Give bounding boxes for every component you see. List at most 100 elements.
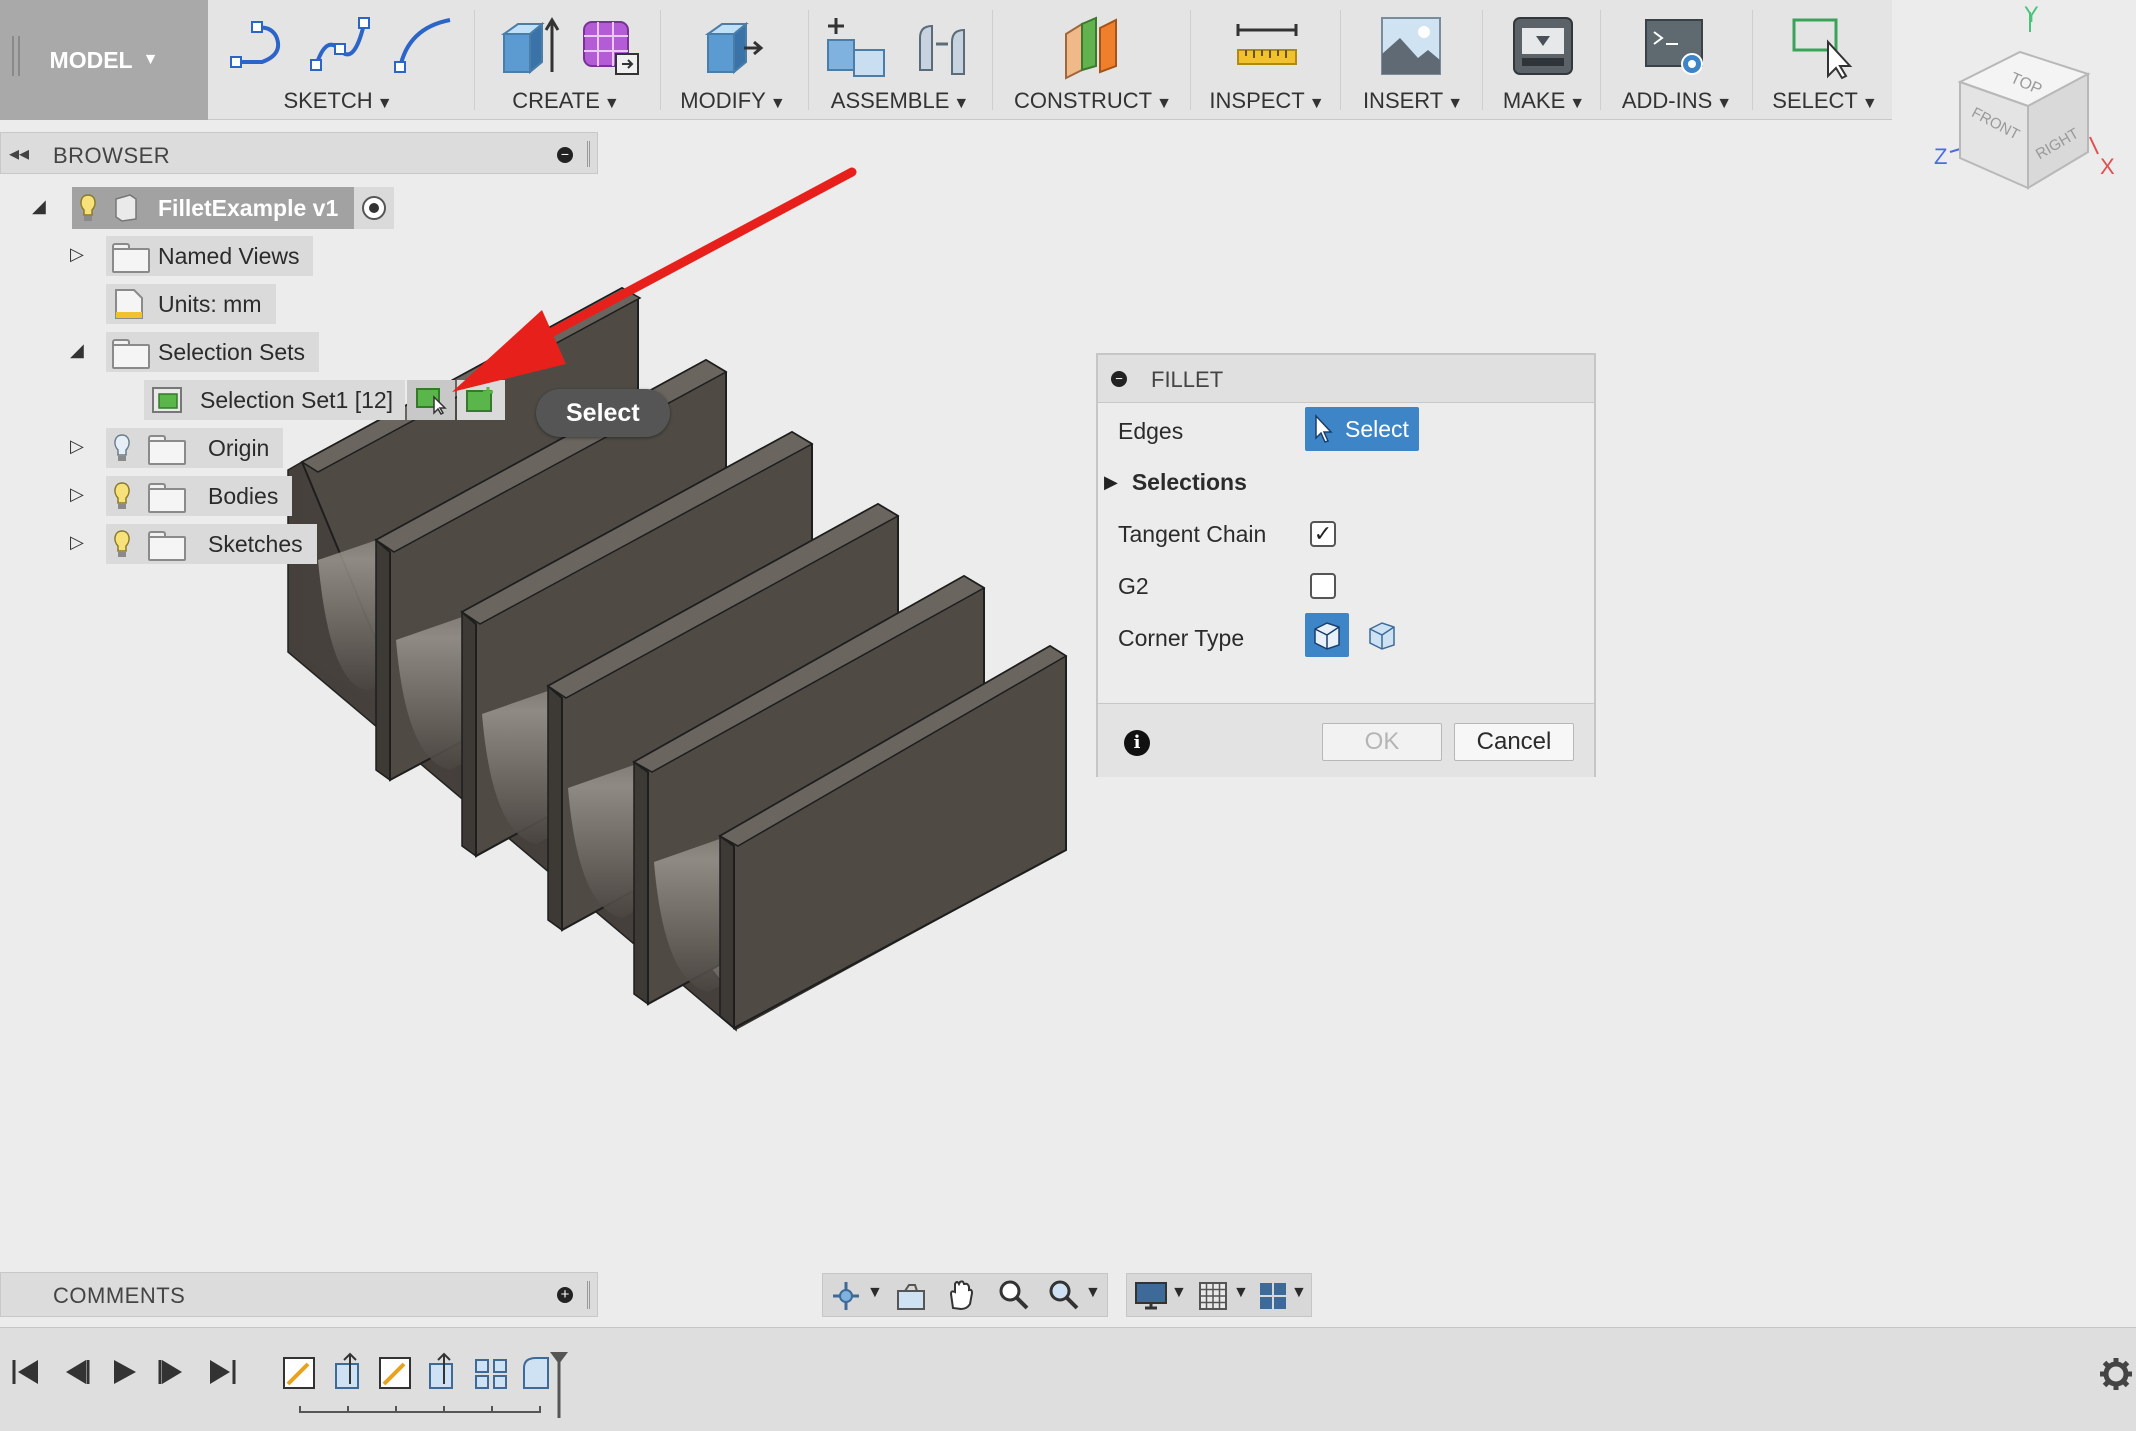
info-icon[interactable]: i — [1124, 730, 1150, 756]
viewports-icon[interactable] — [1257, 1280, 1289, 1312]
expand-toggle[interactable]: ◢ — [70, 340, 84, 361]
expand-toggle[interactable]: ▷ — [70, 244, 84, 265]
go-to-start-icon[interactable] — [10, 1356, 42, 1388]
toolbar-divider — [1600, 10, 1601, 110]
fillet-dialog-header[interactable]: − FILLET — [1098, 355, 1594, 403]
panel-resize-handle[interactable] — [587, 1281, 590, 1309]
workspace-switcher-button[interactable]: MODEL ▼ — [0, 0, 208, 120]
extrude-icon[interactable] — [496, 14, 562, 80]
tangent-chain-checkbox[interactable]: ✓ — [1310, 521, 1336, 547]
spline-sketch-icon[interactable] — [308, 14, 374, 74]
pan-hand-icon[interactable] — [945, 1278, 977, 1312]
measure-icon[interactable] — [1234, 14, 1300, 80]
form-icon[interactable] — [578, 14, 644, 80]
timeline-pattern-icon[interactable] — [475, 1359, 507, 1389]
visibility-bulb-off-icon[interactable] — [112, 433, 132, 463]
zoom-window-icon[interactable] — [1047, 1278, 1081, 1312]
step-forward-icon[interactable] — [156, 1356, 188, 1388]
3d-print-icon[interactable] — [1510, 14, 1576, 80]
make-group: MAKE ▼ — [1490, 0, 1598, 120]
browser-item-selection-sets[interactable]: Selection Sets — [106, 332, 320, 372]
add-ins-menu[interactable]: ADD-INS ▼ — [1608, 88, 1746, 114]
checkmark-icon: ✓ — [1313, 521, 1333, 546]
chevron-down-icon[interactable]: ▼ — [1233, 1284, 1249, 1302]
comments-panel-header[interactable]: COMMENTS + — [0, 1272, 598, 1317]
chevron-down-icon[interactable]: ▼ — [1171, 1284, 1187, 1302]
timeline-sketch-icon[interactable] — [283, 1357, 315, 1389]
view-cube[interactable]: Y Z X TOP FRONT RIGHT — [1920, 2, 2120, 202]
sketch-menu[interactable]: SKETCH ▼ — [214, 88, 462, 114]
chevron-down-icon[interactable]: ▼ — [1291, 1284, 1307, 1302]
insert-menu[interactable]: INSERT ▼ — [1348, 88, 1478, 114]
collapse-dialog-button[interactable]: − — [1111, 371, 1127, 387]
construct-menu[interactable]: CONSTRUCT ▼ — [1000, 88, 1186, 114]
browser-item-units[interactable]: Units: mm — [106, 284, 276, 324]
insert-image-icon[interactable] — [1378, 14, 1444, 80]
timeline-bar — [0, 1327, 2136, 1431]
browser-item-origin[interactable]: Origin — [106, 428, 284, 468]
offset-plane-icon[interactable] — [1060, 14, 1126, 80]
visibility-bulb-icon[interactable] — [112, 481, 132, 511]
select-group: SELECT ▼ — [1760, 0, 1890, 120]
inspect-menu[interactable]: INSPECT ▼ — [1198, 88, 1336, 114]
timeline-extrude-icon[interactable] — [335, 1352, 359, 1389]
browser-root-node[interactable]: FilletExample v1 — [72, 187, 395, 229]
zoom-icon[interactable] — [997, 1278, 1031, 1312]
timeline-sketch-icon[interactable] — [379, 1357, 411, 1389]
arc-sketch-icon[interactable] — [392, 14, 458, 74]
grid-icon[interactable] — [1197, 1280, 1229, 1312]
g2-checkbox[interactable] — [1310, 573, 1336, 599]
expand-toggle-root[interactable]: ◢ — [32, 196, 46, 217]
expand-toggle[interactable]: ▷ — [70, 532, 84, 553]
chevron-down-icon[interactable]: ▼ — [867, 1284, 883, 1302]
timeline-extrude-icon[interactable] — [429, 1352, 453, 1389]
display-settings-icon[interactable] — [1133, 1280, 1169, 1312]
toolbar-grip[interactable] — [12, 36, 20, 76]
go-to-end-icon[interactable] — [206, 1356, 238, 1388]
corner-type-rolling-ball-button[interactable] — [1305, 613, 1349, 657]
edges-select-label: Select — [1345, 415, 1409, 442]
joint-icon[interactable] — [912, 14, 978, 80]
scripts-icon[interactable] — [1642, 14, 1708, 80]
edges-select-button[interactable]: Select — [1305, 407, 1419, 451]
add-comment-button[interactable]: + — [557, 1287, 573, 1303]
modify-menu[interactable]: MODIFY ▼ — [668, 88, 798, 114]
browser-item-label: Selection Sets — [158, 338, 306, 365]
expand-toggle[interactable]: ▷ — [70, 484, 84, 505]
construct-group: CONSTRUCT ▼ — [1000, 0, 1186, 120]
play-icon[interactable] — [108, 1356, 140, 1388]
assemble-group: ASSEMBLE ▼ — [816, 0, 984, 120]
tangent-chain-label: Tangent Chain — [1118, 521, 1267, 547]
ok-button[interactable]: OK — [1322, 723, 1442, 761]
select-menu[interactable]: SELECT ▼ — [1760, 88, 1890, 114]
window-select-icon[interactable] — [1790, 14, 1856, 80]
selections-expander[interactable]: ▶ Selections — [1104, 469, 1247, 496]
activate-radio[interactable] — [354, 187, 395, 229]
timeline-marker[interactable] — [550, 1352, 568, 1418]
corner-type-setback-button[interactable] — [1360, 613, 1404, 657]
timeline-settings-gear-icon[interactable] — [2098, 1356, 2134, 1392]
expand-toggle[interactable]: ▷ — [70, 436, 84, 457]
chevron-down-icon[interactable]: ▼ — [1085, 1284, 1101, 1302]
cancel-button[interactable]: Cancel — [1454, 723, 1574, 761]
collapse-panel-icon[interactable]: ◂◂ — [9, 141, 29, 166]
make-menu[interactable]: MAKE ▼ — [1490, 88, 1598, 114]
press-pull-icon[interactable] — [700, 14, 766, 80]
visibility-bulb-icon[interactable] — [112, 529, 132, 559]
visibility-bulb-icon[interactable] — [78, 193, 98, 223]
orbit-icon[interactable] — [831, 1280, 861, 1312]
chevron-down-icon: ▼ — [1716, 95, 1733, 112]
step-back-icon[interactable] — [60, 1356, 92, 1388]
browser-item-sketches[interactable]: Sketches — [106, 524, 317, 564]
look-at-icon[interactable] — [895, 1282, 927, 1312]
new-component-icon[interactable] — [824, 14, 894, 80]
assemble-menu[interactable]: ASSEMBLE ▼ — [816, 88, 984, 114]
browser-item-bodies[interactable]: Bodies — [106, 476, 293, 516]
create-menu[interactable]: CREATE ▼ — [482, 88, 650, 114]
line-sketch-icon[interactable] — [228, 14, 294, 74]
inspect-group: INSPECT ▼ — [1198, 0, 1336, 120]
browser-item-named-views[interactable]: Named Views — [106, 236, 314, 276]
folder-icon — [148, 531, 186, 561]
timeline-fillet-icon[interactable] — [523, 1357, 549, 1389]
chevron-down-icon: ▼ — [603, 95, 620, 112]
